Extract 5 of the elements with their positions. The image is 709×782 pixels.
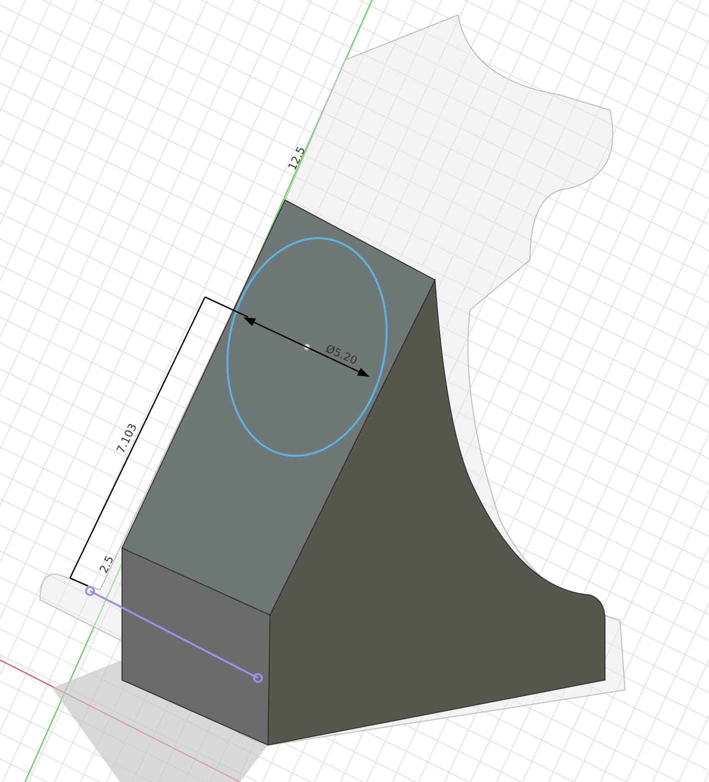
ruler-label: 2.5 <box>97 554 117 576</box>
sketch-point-icon[interactable] <box>253 673 263 683</box>
ruler-label: 12.5 <box>286 144 308 172</box>
sketch-point-icon[interactable] <box>85 586 95 596</box>
sketch-line[interactable] <box>90 590 258 679</box>
